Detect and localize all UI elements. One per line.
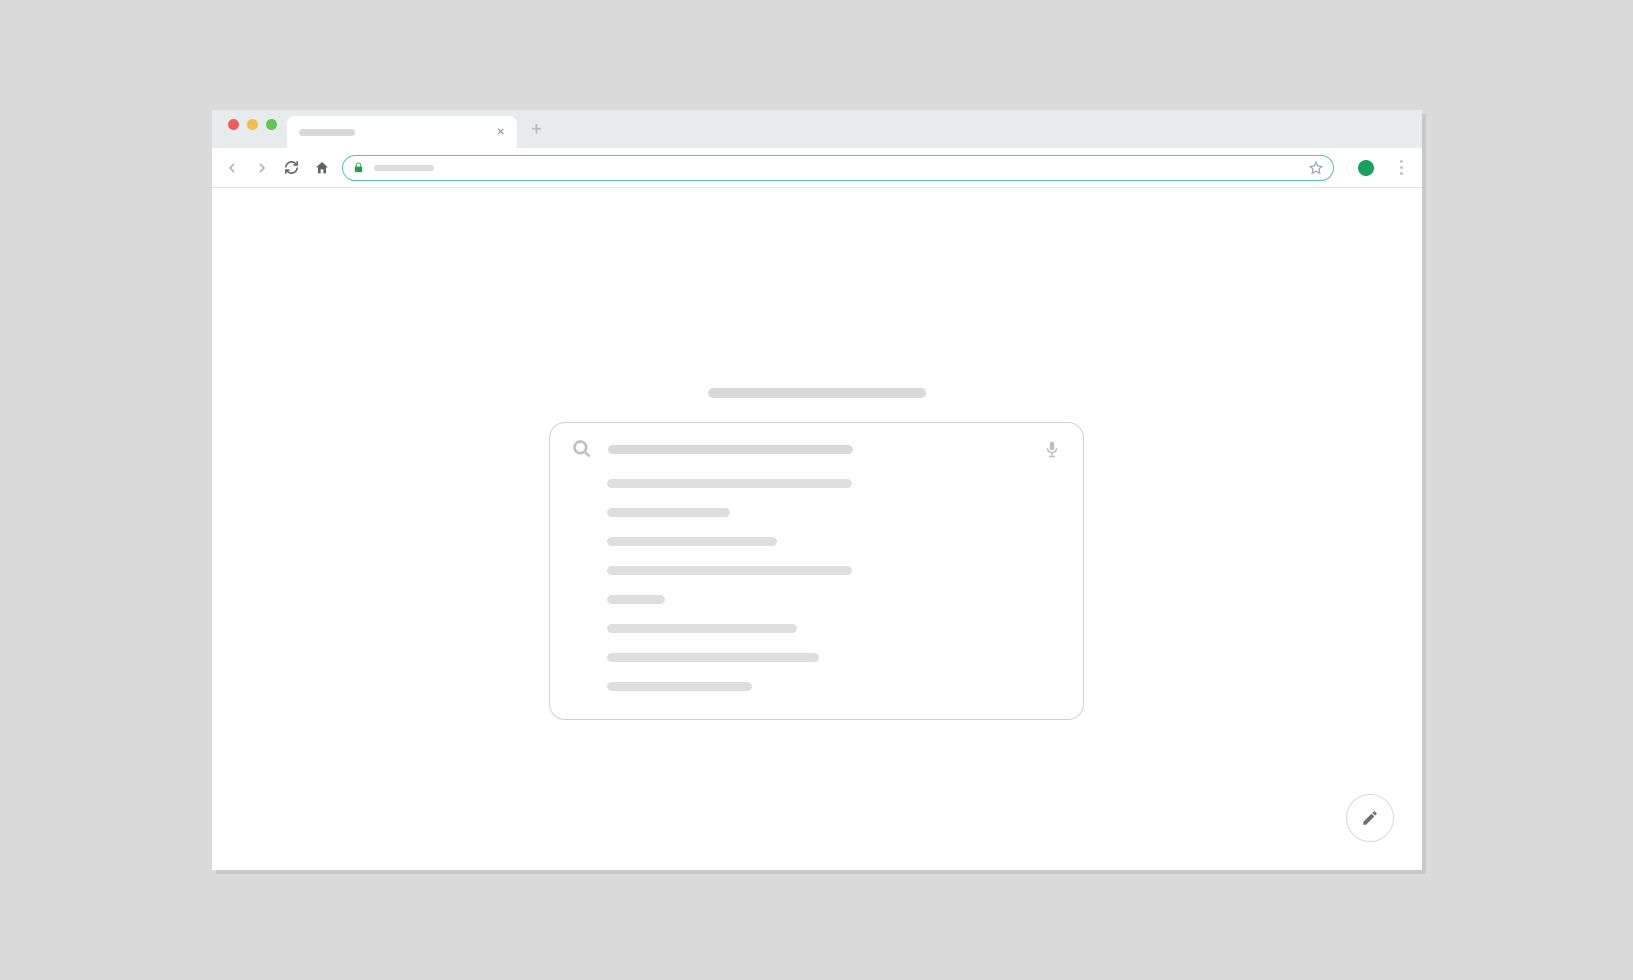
new-tab-button[interactable]: + xyxy=(523,115,551,143)
tab-title xyxy=(299,129,355,136)
lock-icon xyxy=(353,162,364,173)
url-text xyxy=(374,165,434,171)
search-row xyxy=(572,439,1061,459)
profile-avatar[interactable] xyxy=(1358,160,1374,176)
window-minimize-button[interactable] xyxy=(247,119,258,130)
page-content xyxy=(212,188,1422,870)
forward-icon[interactable] xyxy=(252,158,272,178)
window-maximize-button[interactable] xyxy=(266,119,277,130)
pencil-icon xyxy=(1361,809,1379,827)
suggestion-item[interactable] xyxy=(607,508,730,517)
suggestion-item[interactable] xyxy=(607,537,777,546)
window-controls xyxy=(220,119,287,140)
suggestion-item[interactable] xyxy=(607,566,852,575)
browser-tab[interactable]: × xyxy=(287,116,517,148)
microphone-icon[interactable] xyxy=(1043,440,1061,458)
customize-button[interactable] xyxy=(1346,794,1394,842)
address-bar[interactable] xyxy=(342,155,1334,181)
search-suggestions xyxy=(572,479,1061,691)
suggestion-item[interactable] xyxy=(607,595,665,604)
page-logo xyxy=(708,388,926,398)
home-icon[interactable] xyxy=(312,158,332,178)
suggestion-item[interactable] xyxy=(607,682,752,691)
back-icon[interactable] xyxy=(222,158,242,178)
reload-icon[interactable] xyxy=(282,158,302,178)
search-icon xyxy=(572,439,592,459)
window-close-button[interactable] xyxy=(228,119,239,130)
suggestion-item[interactable] xyxy=(607,624,797,633)
browser-window: × + xyxy=(212,110,1422,870)
search-input[interactable] xyxy=(608,445,853,454)
close-tab-icon[interactable]: × xyxy=(497,124,504,140)
suggestion-item[interactable] xyxy=(607,653,819,662)
browser-menu-icon[interactable] xyxy=(1392,160,1412,175)
search-panel xyxy=(549,422,1084,720)
tab-bar: × + xyxy=(212,110,1422,148)
toolbar xyxy=(212,148,1422,188)
suggestion-item[interactable] xyxy=(607,479,852,488)
bookmark-icon[interactable] xyxy=(1309,161,1323,175)
